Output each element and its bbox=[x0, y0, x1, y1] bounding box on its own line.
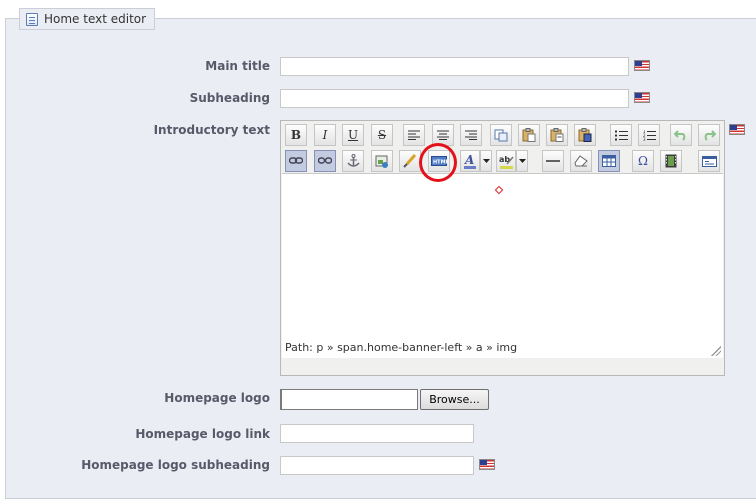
unlink-icon bbox=[318, 157, 332, 164]
special-character-button[interactable]: Ω bbox=[632, 150, 654, 172]
bullet-list-button[interactable] bbox=[610, 124, 632, 146]
paste-button[interactable] bbox=[518, 124, 540, 146]
redo-button[interactable] bbox=[698, 124, 720, 146]
chevron-down-icon bbox=[482, 159, 490, 163]
align-center-icon bbox=[437, 130, 449, 140]
paste-icon bbox=[522, 128, 536, 142]
homepage-logo-file-input[interactable] bbox=[280, 389, 418, 410]
homepage-logo-subheading-label: Homepage logo subheading bbox=[81, 458, 270, 472]
font-color-icon: A bbox=[464, 154, 476, 169]
editor-path-bar: Path: p » span.home-banner-left » a » im… bbox=[285, 341, 518, 354]
document-icon bbox=[26, 12, 38, 26]
font-color-dropdown[interactable] bbox=[480, 150, 492, 172]
paste-word-icon bbox=[578, 128, 592, 142]
image-button[interactable] bbox=[371, 150, 393, 172]
redo-icon bbox=[704, 130, 716, 141]
link-button[interactable] bbox=[285, 150, 307, 172]
homepage-logo-link-label: Homepage logo link bbox=[135, 427, 270, 441]
remove-format-button[interactable] bbox=[570, 150, 592, 172]
eraser-icon bbox=[574, 155, 588, 167]
media-button[interactable] bbox=[660, 150, 682, 172]
us-flag-icon[interactable] bbox=[479, 459, 495, 470]
fullscreen-button[interactable] bbox=[698, 150, 720, 172]
anchor-icon bbox=[346, 154, 360, 167]
paste-word-button[interactable] bbox=[574, 124, 596, 146]
align-right-button[interactable] bbox=[460, 124, 482, 146]
panel-legend: Home text editor bbox=[19, 8, 156, 30]
underline-button[interactable]: U bbox=[342, 124, 364, 146]
copy-icon bbox=[494, 129, 508, 141]
strikethrough-button[interactable]: S bbox=[371, 124, 393, 146]
chevron-down-icon bbox=[518, 159, 526, 163]
align-left-button[interactable] bbox=[403, 124, 425, 146]
align-right-icon bbox=[465, 130, 477, 140]
undo-button[interactable] bbox=[670, 124, 692, 146]
italic-button[interactable]: I bbox=[314, 124, 336, 146]
rich-text-editor[interactable]: B I U S 123 HTM A ab Ω Path: p » span.ho… bbox=[280, 120, 725, 376]
horizontal-rule-icon bbox=[546, 160, 560, 162]
subheading-label: Subheading bbox=[189, 91, 270, 105]
toolbar-row-2: HTML A ab Ω bbox=[284, 150, 724, 174]
us-flag-icon[interactable] bbox=[729, 124, 745, 135]
image-icon bbox=[375, 155, 388, 168]
main-title-input[interactable] bbox=[280, 57, 629, 76]
unlink-button[interactable] bbox=[314, 150, 336, 172]
paste-text-icon bbox=[550, 128, 564, 142]
highlight-color-dropdown[interactable] bbox=[516, 150, 528, 172]
cleanup-button[interactable] bbox=[399, 150, 421, 172]
us-flag-icon[interactable] bbox=[634, 92, 650, 103]
homepage-logo-label: Homepage logo bbox=[164, 391, 270, 405]
bold-button[interactable]: B bbox=[285, 124, 307, 146]
numbered-list-icon: 123 bbox=[643, 130, 656, 141]
editor-content-area[interactable]: Path: p » span.home-banner-left » a » im… bbox=[282, 173, 723, 358]
anchor-button[interactable] bbox=[342, 150, 364, 172]
horizontal-rule-button[interactable] bbox=[542, 150, 564, 172]
film-icon bbox=[665, 154, 677, 168]
table-icon bbox=[602, 155, 616, 167]
browse-button[interactable]: Browse... bbox=[420, 389, 489, 410]
paste-text-button[interactable] bbox=[546, 124, 568, 146]
fullscreen-icon bbox=[701, 155, 717, 167]
introductory-text-label: Introductory text bbox=[153, 123, 270, 137]
toolbar-row-1: B I U S 123 bbox=[284, 124, 724, 148]
svg-text:A: A bbox=[464, 154, 474, 167]
subheading-input[interactable] bbox=[280, 89, 629, 108]
font-color-button[interactable]: A bbox=[460, 150, 480, 172]
resize-grip-icon[interactable] bbox=[711, 346, 721, 356]
panel-title: Home text editor bbox=[44, 12, 147, 26]
undo-icon bbox=[674, 130, 686, 141]
homepage-logo-link-input[interactable] bbox=[280, 424, 474, 443]
table-button[interactable] bbox=[598, 150, 620, 172]
highlight-color-icon: ab bbox=[499, 155, 514, 169]
us-flag-icon[interactable] bbox=[634, 60, 650, 71]
svg-text:3: 3 bbox=[643, 137, 646, 141]
copy-button[interactable] bbox=[490, 124, 512, 146]
bullet-list-icon bbox=[614, 130, 628, 140]
numbered-list-button[interactable]: 123 bbox=[638, 124, 660, 146]
cleanup-brush-icon bbox=[403, 154, 417, 168]
highlight-color-button[interactable]: ab bbox=[496, 150, 516, 172]
main-title-label: Main title bbox=[205, 59, 270, 73]
link-icon bbox=[289, 157, 303, 164]
homepage-logo-subheading-input[interactable] bbox=[280, 456, 474, 475]
html-button-highlight-circle bbox=[419, 143, 457, 182]
align-left-icon bbox=[408, 130, 420, 140]
